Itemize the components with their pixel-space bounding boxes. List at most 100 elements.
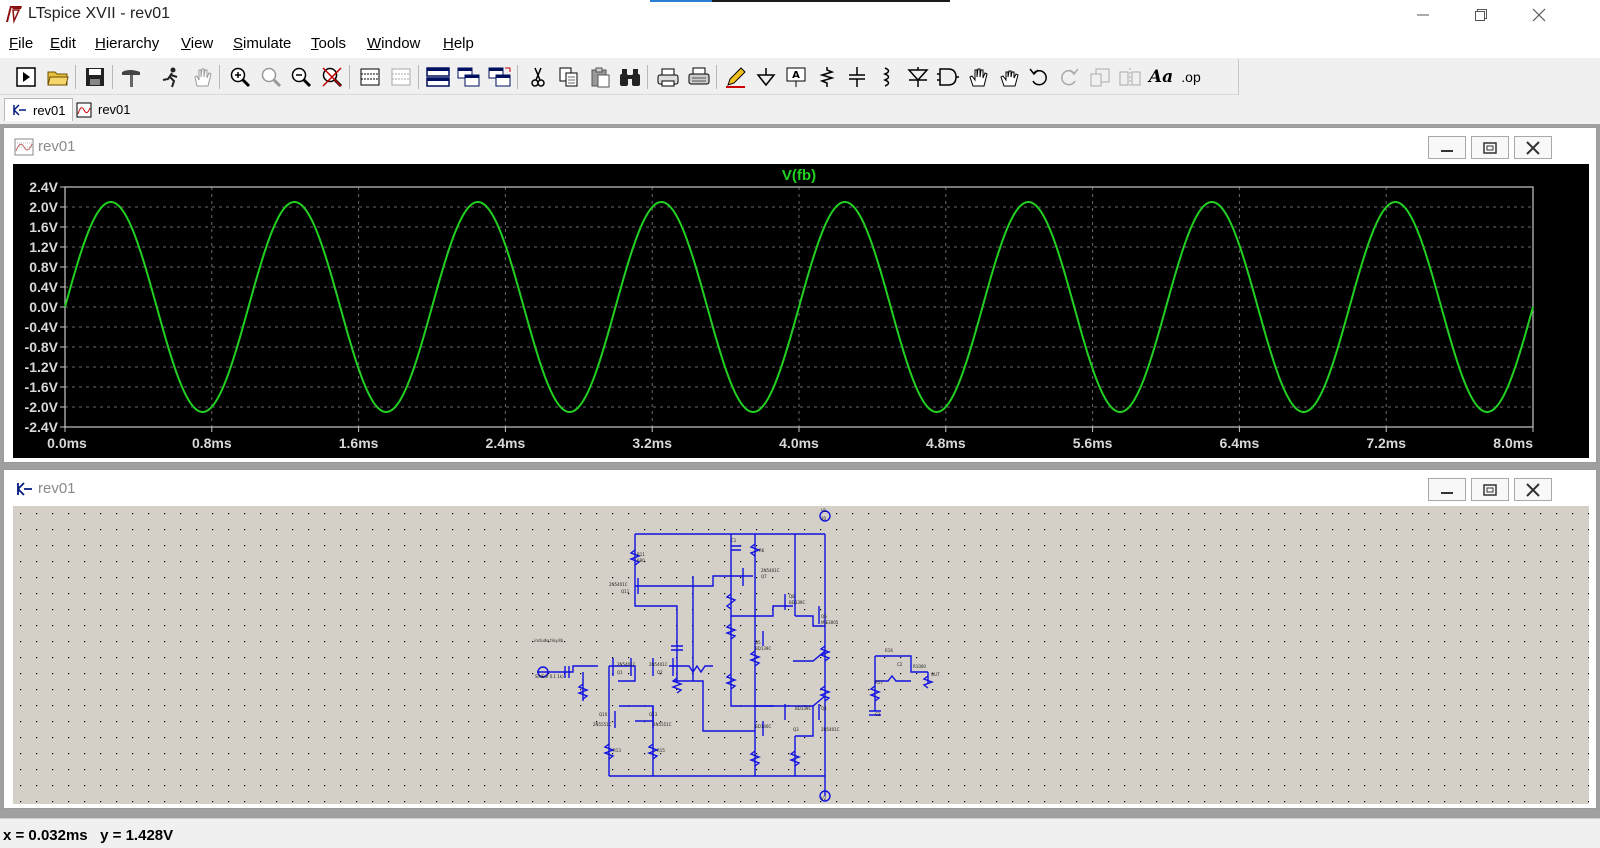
control-panel-button[interactable] <box>118 63 146 91</box>
ground-icon <box>756 68 776 87</box>
component-gate-icon <box>937 68 959 86</box>
svg-text:2N5551C: 2N5551C <box>593 722 612 727</box>
waveform-plot[interactable]: 2.4V 2.0V 1.6V 1.2V 0.8V 0.4V 0.0V -0.4V -0.8V -1… <box>13 164 1589 458</box>
paste-button[interactable] <box>586 63 614 91</box>
document-tabs: rev01 rev01 <box>0 96 1600 123</box>
waveform-minimize-button[interactable] <box>1428 136 1466 159</box>
restore-window-button[interactable] <box>1452 0 1510 30</box>
copy-button[interactable] <box>555 63 583 91</box>
schematic-maximize-button[interactable] <box>1471 478 1509 501</box>
zoom-out-button[interactable] <box>287 63 315 91</box>
schematic-window-titlebar[interactable]: rev01 <box>4 470 1596 506</box>
menu-help[interactable]: Help <box>443 35 474 52</box>
new-schematic-button[interactable] <box>12 63 40 91</box>
running-man-icon <box>162 67 178 88</box>
zoom-out-icon <box>291 67 312 88</box>
svg-text:MJE3005: MJE3005 <box>821 620 839 625</box>
tile-horizontal-button[interactable] <box>424 63 452 91</box>
print-preview-button[interactable] <box>685 63 713 91</box>
delete-trace-button[interactable] <box>387 63 415 91</box>
tile-vertical-button[interactable] <box>486 63 514 91</box>
svg-text:2N5551C: 2N5551C <box>653 722 672 727</box>
text-button[interactable]: Aa <box>1147 63 1175 91</box>
tile-horizontal-icon <box>426 67 450 87</box>
draw-wire-button[interactable] <box>722 63 750 91</box>
diode-icon <box>907 67 929 87</box>
binoculars-icon <box>620 69 640 86</box>
new-schematic-icon <box>16 67 36 87</box>
pencil-icon <box>726 67 746 88</box>
menu-hierarchy[interactable]: Hierarchy <box>95 35 159 52</box>
menu-view[interactable]: View <box>181 35 213 52</box>
svg-text:Q6: Q6 <box>821 614 827 619</box>
waveform-window-icon <box>14 138 34 156</box>
drag-button[interactable] <box>995 63 1023 91</box>
menu-tools[interactable]: Tools <box>311 35 346 52</box>
rotate-button[interactable] <box>1086 63 1114 91</box>
save-icon <box>86 68 104 86</box>
label-net-button[interactable]: A <box>782 63 810 91</box>
move-hand-icon <box>969 68 988 87</box>
schematic-drawing[interactable]: R11680 2N5401CQ11 C1R6 2N5401CQ7 Q8BD139… <box>13 506 1589 804</box>
x-tick-label: 4.8ms <box>926 435 966 451</box>
waveform-plot-area[interactable]: 2.4V 2.0V 1.6V 1.2V 0.8V 0.4V 0.0V -0.4V -0.8V -1… <box>13 164 1589 458</box>
menu-file[interactable]: File <box>9 35 33 52</box>
y-tick-label: -0.4V <box>25 319 59 335</box>
y-tick-label: 2.0V <box>29 199 58 215</box>
close-window-button[interactable] <box>1510 0 1568 30</box>
cut-button[interactable] <box>524 63 552 91</box>
waveform-icon <box>76 102 92 117</box>
print-button[interactable] <box>654 63 682 91</box>
redo-button[interactable] <box>1055 63 1083 91</box>
capacitor-button[interactable] <box>843 63 871 91</box>
close-icon <box>1532 8 1546 22</box>
svg-text:R11: R11 <box>637 552 645 557</box>
tab-schematic[interactable]: rev01 <box>4 98 73 121</box>
svg-text:2N5401C: 2N5401C <box>821 727 840 732</box>
move-button[interactable] <box>964 63 992 91</box>
spice-directive-button[interactable]: .op <box>1177 63 1205 91</box>
zoom-fit-icon <box>322 67 343 88</box>
menu-bar: File Edit Hierarchy View Simulate Tools … <box>0 30 1600 58</box>
schematic-canvas[interactable]: R11 680 2N5401C Q11 C1 R6 2N5401C Q7 Q8 BD139… <box>13 506 1589 804</box>
status-bar: x = 0.032ms y = 1.428V <box>0 818 1600 848</box>
menu-edit[interactable]: Edit <box>50 35 76 52</box>
save-button[interactable] <box>81 63 109 91</box>
halt-button[interactable] <box>188 63 216 91</box>
pan-button[interactable] <box>257 63 285 91</box>
waveform-maximize-button[interactable] <box>1471 136 1509 159</box>
run-button[interactable] <box>157 63 185 91</box>
schematic-close-button[interactable] <box>1514 478 1552 501</box>
waveform-autorange-icon <box>360 68 380 86</box>
schematic-minimize-button[interactable] <box>1428 478 1466 501</box>
svg-text:2N5401C: 2N5401C <box>761 568 780 573</box>
open-button[interactable] <box>44 63 72 91</box>
tab-waveform[interactable]: rev01 <box>70 98 137 121</box>
mirror-button[interactable] <box>1116 63 1144 91</box>
schematic-window: rev01 R11 680 2N5401C Q11 C1 R6 2N5401C … <box>3 469 1597 809</box>
find-button[interactable] <box>616 63 644 91</box>
waveform-close-button[interactable] <box>1514 136 1552 159</box>
autorange-button[interactable] <box>356 63 384 91</box>
component-button[interactable] <box>934 63 962 91</box>
minimize-icon <box>1441 491 1453 494</box>
ground-button[interactable] <box>752 63 780 91</box>
inductor-icon <box>883 67 890 87</box>
zoom-full-button[interactable] <box>318 63 346 91</box>
waveform-window-titlebar[interactable]: rev01 <box>4 128 1596 164</box>
minimize-window-button[interactable] <box>1394 0 1452 30</box>
zoom-in-button[interactable] <box>226 63 254 91</box>
undo-button[interactable] <box>1025 63 1053 91</box>
inductor-button[interactable] <box>873 63 901 91</box>
svg-text:2N5401C: 2N5401C <box>649 662 668 667</box>
diode-button[interactable] <box>904 63 932 91</box>
drag-hand-icon <box>1000 70 1019 87</box>
cascade-button[interactable] <box>455 63 483 91</box>
svg-text:Q1: Q1 <box>617 670 623 675</box>
tab-waveform-label: rev01 <box>98 102 131 117</box>
resistor-button[interactable] <box>813 63 841 91</box>
svg-text:A: A <box>792 70 800 81</box>
menu-window[interactable]: Window <box>367 35 420 52</box>
menu-simulate[interactable]: Simulate <box>233 35 291 52</box>
cascade-windows-icon <box>457 67 480 87</box>
